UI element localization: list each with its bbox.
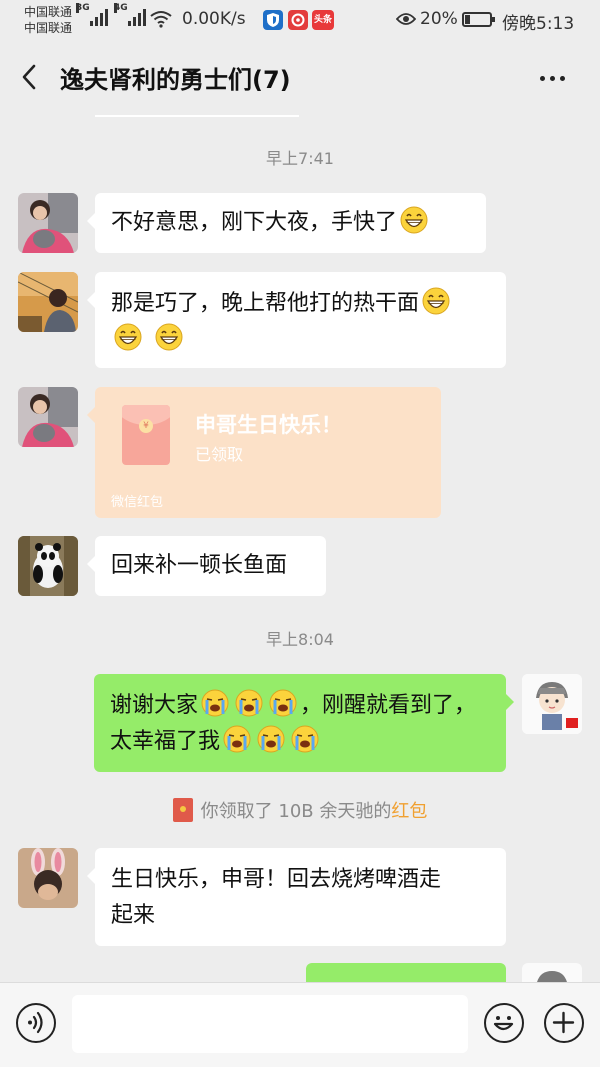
more-options-icon[interactable] bbox=[540, 66, 576, 90]
shield-app-icon bbox=[263, 10, 283, 30]
red-packet-message[interactable]: ¥ 申哥生日快乐！ 已领取 微信红包 bbox=[87, 387, 441, 518]
smiley-icon bbox=[493, 1016, 514, 1031]
message-input[interactable] bbox=[72, 995, 468, 1053]
avatar-bunny-ears[interactable] bbox=[18, 848, 78, 908]
toutiao-label: 头条 bbox=[313, 15, 332, 25]
sim1-tech-label: 3G bbox=[76, 3, 90, 13]
carrier-1: 中国联通 bbox=[24, 5, 73, 19]
message-bubble-self[interactable] bbox=[306, 963, 506, 982]
message-bubble[interactable] bbox=[95, 115, 299, 117]
grin-emoji-icon bbox=[155, 323, 183, 351]
message-text: 回来补一顿长鱼面 bbox=[111, 553, 288, 578]
avatar-self-cartoon[interactable] bbox=[522, 674, 582, 734]
avatar-woman-sunset[interactable] bbox=[18, 272, 78, 332]
carrier-labels: 中国联通 中国联通 bbox=[24, 4, 72, 36]
message-list[interactable]: 早上7:41 不好意思，刚下大夜，手快了 那是巧了，晚上帮他打的热干面 ¥ 申哥… bbox=[0, 115, 600, 982]
wifi-icon bbox=[150, 11, 172, 28]
timestamp: 早上8:04 bbox=[266, 630, 334, 649]
message-text: 谢谢大家 bbox=[110, 693, 199, 718]
crying-emoji-icon bbox=[257, 725, 285, 753]
avatar-self-cartoon[interactable] bbox=[522, 963, 582, 982]
timestamp: 早上7:41 bbox=[266, 149, 334, 168]
notice-text: 你领取了 10B 余天驰的 bbox=[200, 801, 392, 822]
message-text: 生日快乐，申哥！回去烧烤啤酒走 bbox=[111, 867, 442, 892]
clock: 傍晚5:13 bbox=[502, 14, 575, 34]
message-bubble[interactable]: 回来补一顿长鱼面 bbox=[87, 536, 326, 596]
crying-emoji-icon bbox=[269, 689, 297, 717]
crying-emoji-icon bbox=[223, 725, 251, 753]
chat-header: 逸夫肾利的勇士们(7) bbox=[0, 40, 600, 115]
red-packet-mini-icon bbox=[172, 798, 193, 822]
toutiao-icon: 头条 bbox=[312, 10, 334, 30]
avatar-woman-with-cat[interactable] bbox=[18, 387, 78, 447]
input-bar bbox=[0, 982, 600, 1067]
chat-title: 逸夫肾利的勇士们(7) bbox=[60, 66, 291, 94]
plus-icon bbox=[552, 1011, 575, 1034]
red-packet-icon: ¥ bbox=[122, 405, 170, 465]
grin-emoji-icon bbox=[422, 287, 450, 315]
message-text: 不好意思，刚下大夜，手快了 bbox=[111, 210, 398, 235]
grin-emoji-icon bbox=[114, 323, 142, 351]
signal-1-icon: 3G bbox=[76, 3, 108, 26]
message-bubble[interactable]: 生日快乐，申哥！回去烧烤啤酒走 起来 bbox=[87, 848, 506, 946]
voice-input-button[interactable] bbox=[16, 1003, 56, 1043]
message-text: 那是巧了，晚上帮他打的热干面 bbox=[111, 291, 420, 316]
system-notice: 你领取了 10B 余天驰的红包 bbox=[0, 797, 600, 823]
netease-music-icon bbox=[288, 10, 308, 30]
sim2-tech-label: 4G bbox=[114, 3, 128, 13]
carrier-2: 中国联通 bbox=[24, 21, 73, 35]
battery-icon bbox=[462, 12, 495, 27]
network-speed: 0.00K/s bbox=[182, 9, 246, 29]
message-text: 太幸福了我 bbox=[110, 729, 221, 754]
status-bar: 中国联通 中国联通 3G 4G 0.00K/s 头条 20% 傍晚5:13 bbox=[0, 0, 600, 40]
crying-emoji-icon bbox=[235, 689, 263, 717]
signal-2-icon: 4G bbox=[114, 3, 146, 26]
grin-emoji-icon bbox=[400, 206, 428, 234]
red-packet-footer: 微信红包 bbox=[111, 495, 164, 510]
message-text: ，刚醒就看到了， bbox=[300, 693, 477, 718]
crying-emoji-icon bbox=[201, 689, 229, 717]
emoji-button[interactable] bbox=[484, 1003, 524, 1043]
avatar-panda[interactable] bbox=[18, 536, 78, 596]
battery-percent: 20% bbox=[420, 9, 458, 29]
red-packet-title: 申哥生日快乐！ bbox=[195, 413, 342, 437]
more-actions-button[interactable] bbox=[544, 1003, 584, 1043]
message-text: 起来 bbox=[111, 903, 156, 928]
crying-emoji-icon bbox=[291, 725, 319, 753]
voice-icon bbox=[28, 1011, 43, 1034]
back-arrow-icon[interactable] bbox=[16, 62, 46, 92]
red-packet-link[interactable]: 红包 bbox=[391, 801, 427, 822]
message-bubble-self[interactable]: 谢谢大家 ，刚醒就看到了， 太幸福了我 bbox=[94, 674, 514, 772]
eye-comfort-icon bbox=[396, 13, 416, 25]
message-bubble[interactable]: 不好意思，刚下大夜，手快了 bbox=[87, 193, 486, 253]
avatar-woman-with-cat[interactable] bbox=[18, 193, 78, 253]
red-packet-status: 已领取 bbox=[195, 445, 244, 464]
message-bubble[interactable]: 那是巧了，晚上帮他打的热干面 bbox=[87, 272, 506, 368]
